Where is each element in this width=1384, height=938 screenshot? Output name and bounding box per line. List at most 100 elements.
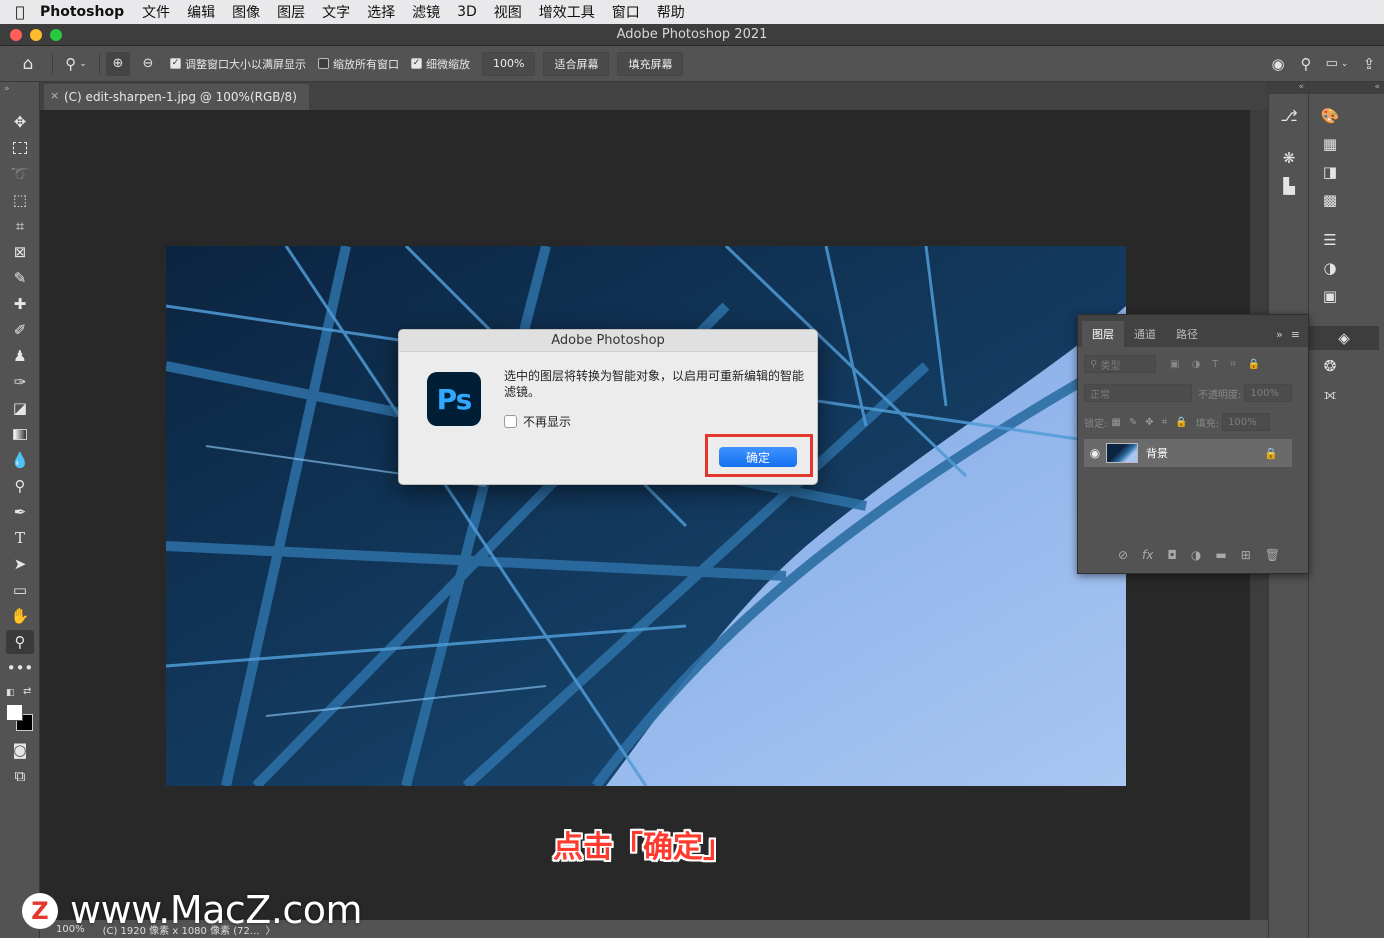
document-tab[interactable]: × (C) edit-sharpen-1.jpg @ 100%(RGB/8) (44, 84, 309, 110)
collapse-dock-icon[interactable]: « (1298, 82, 1304, 92)
frame-tool-icon[interactable]: ⊠ (6, 240, 34, 264)
menu-3d[interactable]: 3D (457, 4, 477, 20)
zoom-all-windows-checkbox[interactable]: 缩放所有窗口 (318, 56, 399, 72)
resize-windows-checkbox[interactable]: ✓ 调整窗口大小以满屏显示 (170, 56, 306, 72)
tab-paths[interactable]: 路径 (1166, 321, 1208, 347)
patterns-panel-icon[interactable]: ▩ (1317, 188, 1343, 212)
folder-icon[interactable]: ▬ (1215, 548, 1226, 562)
marquee-tool-icon[interactable] (6, 136, 34, 160)
pen-tool-icon[interactable]: ✒ (6, 500, 34, 524)
checkbox-checked[interactable]: ✓ (411, 58, 422, 69)
discover-icon[interactable]: ◉ (1264, 55, 1292, 73)
document-image[interactable] (166, 246, 1126, 786)
healing-brush-tool-icon[interactable]: ✚ (6, 292, 34, 316)
color-panel-icon[interactable]: 🎨 (1317, 104, 1343, 128)
fit-screen-button[interactable]: 适合屏幕 (543, 51, 610, 76)
trash-icon[interactable]: 🗑 (1265, 548, 1280, 562)
share-icon[interactable]: ⇪ (1354, 55, 1384, 73)
checkbox-unchecked[interactable] (318, 58, 329, 69)
clone-stamp-tool-icon[interactable]: ♟ (6, 344, 34, 368)
paths-panel-icon[interactable]: ⟗ (1317, 382, 1343, 406)
panel-expand-icon[interactable]: » (1276, 321, 1283, 347)
move-tool-icon[interactable]: ✥ (6, 110, 34, 134)
tab-layers[interactable]: 图层 (1082, 321, 1124, 347)
apple-icon[interactable]:  (0, 3, 40, 21)
crop-tool-icon[interactable]: ⌗ (6, 214, 34, 238)
tab-channels[interactable]: 通道 (1124, 321, 1166, 347)
layers-panel-icon[interactable]: ◈ (1309, 326, 1379, 350)
dodge-tool-icon[interactable]: ⚲ (6, 474, 34, 498)
menu-image[interactable]: 图像 (232, 2, 260, 22)
new-layer-icon[interactable]: ⊞ (1241, 548, 1251, 562)
fill-field[interactable]: 100% (1222, 413, 1271, 431)
default-colors-icon[interactable]: ◧ (6, 688, 15, 698)
quick-mask-icon[interactable]: ◙ (6, 738, 34, 762)
fx-icon[interactable]: fx (1142, 548, 1153, 562)
zoom-100-button[interactable]: 100% (482, 51, 536, 76)
zoom-tool-icon[interactable]: ⚲ (6, 630, 34, 654)
swatches-panel-icon[interactable]: ▦ (1317, 132, 1343, 156)
menu-plugins[interactable]: 增效工具 (539, 2, 595, 22)
screen-mode-icon[interactable]: ⧉ (6, 764, 34, 788)
eyedropper-tool-icon[interactable]: ✎ (6, 266, 34, 290)
fill-screen-button[interactable]: 填充屏幕 (617, 51, 684, 76)
filter-type-icons[interactable]: ▣◑T⌗🔒 (1170, 359, 1272, 370)
layer-row-background[interactable]: ◉ 背景 🔒 (1084, 439, 1292, 467)
adjustment-layer-icon[interactable]: ◑ (1191, 548, 1201, 562)
brush-tool-icon[interactable]: ✐ (6, 318, 34, 342)
zoom-tool-preset-icon[interactable]: ⚲ ⌄ (59, 55, 93, 73)
scrubby-zoom-checkbox[interactable]: ✓ 细微缩放 (411, 56, 470, 72)
gradient-tool-icon[interactable] (6, 422, 34, 446)
rectangle-tool-icon[interactable]: ▭ (6, 578, 34, 602)
dont-show-again-checkbox[interactable]: 不再显示 (504, 413, 571, 430)
menu-layer[interactable]: 图层 (277, 2, 305, 22)
eraser-tool-icon[interactable]: ◪ (6, 396, 34, 420)
layer-name[interactable]: 背景 (1146, 445, 1264, 461)
link-icon[interactable]: ⊘ (1118, 548, 1128, 562)
foreground-color-swatch[interactable] (6, 704, 23, 721)
adjustments-panel-icon[interactable]: ◑ (1317, 256, 1343, 280)
gradients-panel-icon[interactable]: ◨ (1317, 160, 1343, 184)
mask-icon[interactable]: ◘ (1167, 548, 1177, 562)
histogram-panel-icon[interactable]: ▙ (1276, 174, 1302, 198)
menu-select[interactable]: 选择 (367, 2, 395, 22)
lasso-tool-icon[interactable]: ➰ (6, 162, 34, 186)
blur-tool-icon[interactable]: 💧 (6, 448, 34, 472)
libraries-panel-icon[interactable]: ▣ (1317, 284, 1343, 308)
menu-filter[interactable]: 滤镜 (412, 2, 440, 22)
history-brush-tool-icon[interactable]: ✑ (6, 370, 34, 394)
search-icon[interactable]: ⚲ (1292, 55, 1320, 73)
checkbox-checked[interactable]: ✓ (170, 58, 181, 69)
edit-toolbar-icon[interactable]: ••• (6, 656, 34, 680)
layer-filter-select[interactable]: ⚲ 类型 (1084, 355, 1156, 373)
eye-icon[interactable]: ◉ (1084, 446, 1106, 460)
properties-panel-icon[interactable]: ☰ (1317, 228, 1343, 252)
menu-help[interactable]: 帮助 (657, 2, 685, 22)
channels-panel-icon[interactable]: ❂ (1317, 354, 1343, 378)
zoom-in-icon[interactable]: ⊕ (106, 51, 130, 76)
menu-file[interactable]: 文件 (142, 2, 170, 22)
blend-mode-select[interactable]: 正常 (1084, 384, 1192, 402)
close-tab-icon[interactable]: × (50, 89, 59, 102)
menu-view[interactable]: 视图 (494, 2, 522, 22)
navigator-panel-icon[interactable]: ❋ (1276, 146, 1302, 170)
collapse-dock-icon[interactable]: « (1374, 82, 1380, 92)
workspace-icon[interactable]: ▭ ⌄ (1320, 56, 1354, 71)
history-panel-icon[interactable]: ⎇ (1276, 104, 1302, 128)
checkbox-unchecked[interactable] (504, 415, 517, 428)
zoom-out-icon[interactable]: ⊖ (136, 56, 160, 71)
opacity-field[interactable]: 100% (1244, 384, 1293, 402)
home-icon[interactable]: ⌂ (10, 54, 46, 74)
object-selection-tool-icon[interactable]: ⬚ (6, 188, 34, 212)
lock-icons[interactable]: ▦✎✥⌗🔒 (1111, 417, 1195, 428)
panel-menu-icon[interactable]: ≡ (1291, 321, 1300, 347)
path-selection-tool-icon[interactable]: ➤ (6, 552, 34, 576)
menu-window[interactable]: 窗口 (612, 2, 640, 22)
hand-tool-icon[interactable]: ✋ (6, 604, 34, 628)
collapse-panel-icon[interactable]: » (4, 84, 10, 94)
type-tool-icon[interactable]: T (6, 526, 34, 550)
menu-type[interactable]: 文字 (322, 2, 350, 22)
swap-colors-icon[interactable]: ⇄ (23, 686, 31, 697)
menu-app-name[interactable]: Photoshop (40, 4, 124, 20)
menu-edit[interactable]: 编辑 (187, 2, 215, 22)
